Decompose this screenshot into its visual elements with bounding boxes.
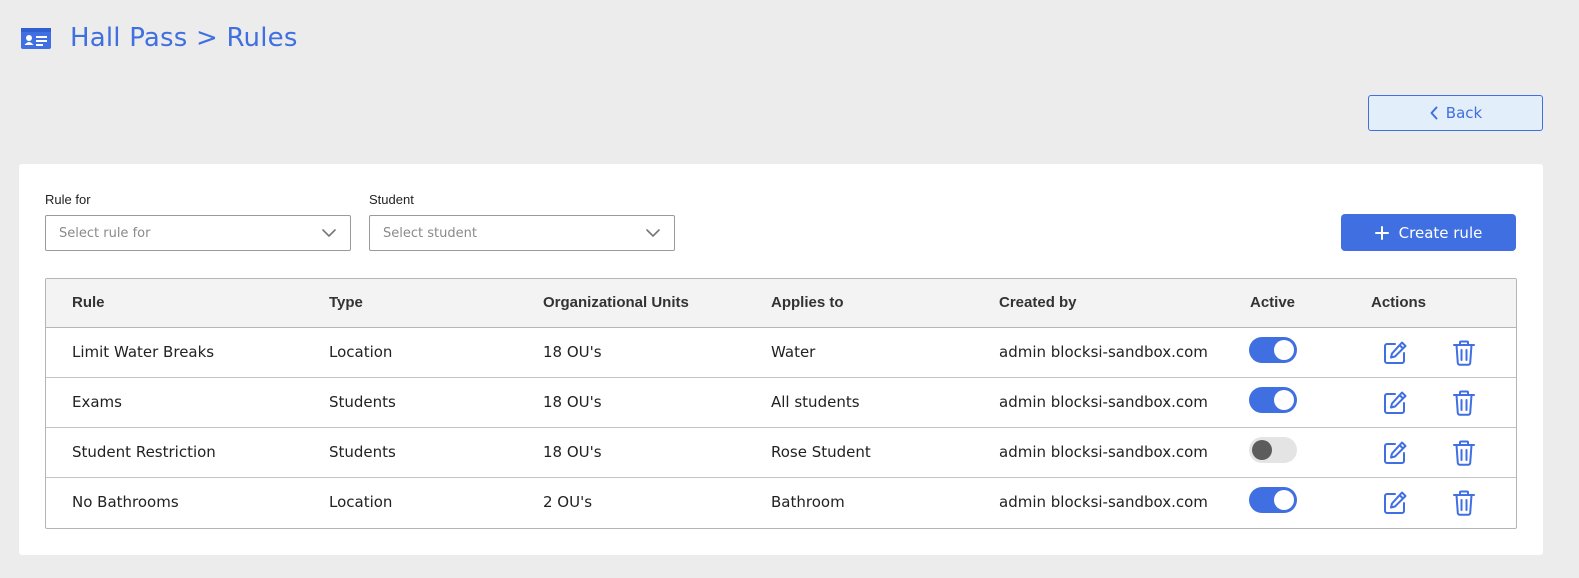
table-row: Student Restriction Students 18 OU's Ros…: [46, 428, 1516, 478]
cell-created-by: admin blocksi-sandbox.com: [999, 443, 1208, 461]
id-card-icon: [20, 25, 52, 51]
table-row: Limit Water Breaks Location 18 OU's Wate…: [46, 328, 1516, 378]
active-toggle[interactable]: [1249, 487, 1297, 513]
toggle-knob: [1274, 340, 1294, 360]
cell-organizational-units: 18 OU's: [543, 393, 602, 411]
cell-created-by: admin blocksi-sandbox.com: [999, 493, 1208, 511]
edit-icon[interactable]: [1381, 439, 1409, 467]
rules-card: Rule for Select rule for Student Select …: [19, 164, 1543, 555]
trash-icon[interactable]: [1451, 439, 1477, 467]
column-header-actions: Actions: [1371, 294, 1427, 311]
cell-type: Location: [329, 343, 393, 361]
rules-table: Rule Type Organizational Units Applies t…: [45, 278, 1517, 529]
cell-created-by: admin blocksi-sandbox.com: [999, 393, 1208, 411]
column-header-created-by: Created by: [999, 294, 1077, 311]
cell-created-by: admin blocksi-sandbox.com: [999, 343, 1208, 361]
rule-for-select[interactable]: Select rule for: [45, 215, 351, 251]
create-rule-label: Create rule: [1398, 223, 1483, 242]
toggle-knob: [1252, 440, 1272, 460]
cell-applies-to: Rose Student: [771, 443, 871, 461]
rule-for-label: Rule for: [45, 192, 91, 207]
active-toggle[interactable]: [1249, 387, 1297, 413]
toggle-knob: [1274, 490, 1294, 510]
column-header-organizational-units: Organizational Units: [543, 294, 689, 311]
cell-type: Students: [329, 393, 396, 411]
column-header-applies-to: Applies to: [771, 294, 844, 311]
column-header-active: Active: [1250, 294, 1296, 311]
cell-rule: Limit Water Breaks: [72, 343, 215, 361]
student-label: Student: [369, 192, 414, 207]
chevron-down-icon: [646, 227, 660, 239]
cell-type: Students: [329, 443, 396, 461]
chevron-down-icon: [322, 227, 336, 239]
create-rule-button[interactable]: Create rule: [1341, 214, 1516, 251]
edit-icon[interactable]: [1381, 389, 1409, 417]
cell-applies-to: Bathroom: [771, 493, 845, 511]
trash-icon[interactable]: [1451, 339, 1477, 367]
student-select[interactable]: Select student: [369, 215, 675, 251]
plus-icon: [1374, 225, 1389, 240]
cell-organizational-units: 18 OU's: [543, 443, 602, 461]
rule-for-placeholder: Select rule for: [59, 225, 151, 241]
cell-applies-to: All students: [771, 393, 860, 411]
cell-organizational-units: 18 OU's: [543, 343, 602, 361]
back-button[interactable]: Back: [1368, 95, 1543, 131]
trash-icon[interactable]: [1451, 489, 1477, 517]
cell-type: Location: [329, 493, 393, 511]
edit-icon[interactable]: [1381, 489, 1409, 517]
chevron-left-icon: [1429, 106, 1439, 120]
back-button-label: Back: [1445, 104, 1483, 122]
column-header-type: Type: [329, 294, 363, 311]
cell-rule: Exams: [72, 393, 122, 411]
edit-icon[interactable]: [1381, 339, 1409, 367]
student-placeholder: Select student: [383, 225, 477, 241]
cell-rule: Student Restriction: [72, 443, 216, 461]
active-toggle[interactable]: [1249, 337, 1297, 363]
cell-rule: No Bathrooms: [72, 493, 179, 511]
table-row: No Bathrooms Location 2 OU's Bathroom ad…: [46, 478, 1516, 528]
cell-organizational-units: 2 OU's: [543, 493, 593, 511]
trash-icon[interactable]: [1451, 389, 1477, 417]
page-header: Hall Pass > Rules: [20, 18, 298, 58]
table-row: Exams Students 18 OU's All students admi…: [46, 378, 1516, 428]
column-header-rule: Rule: [72, 294, 105, 311]
cell-applies-to: Water: [771, 343, 816, 361]
table-header: Rule Type Organizational Units Applies t…: [46, 279, 1516, 328]
toggle-knob: [1274, 390, 1294, 410]
page-title: Hall Pass > Rules: [70, 23, 298, 53]
active-toggle[interactable]: [1249, 437, 1297, 463]
